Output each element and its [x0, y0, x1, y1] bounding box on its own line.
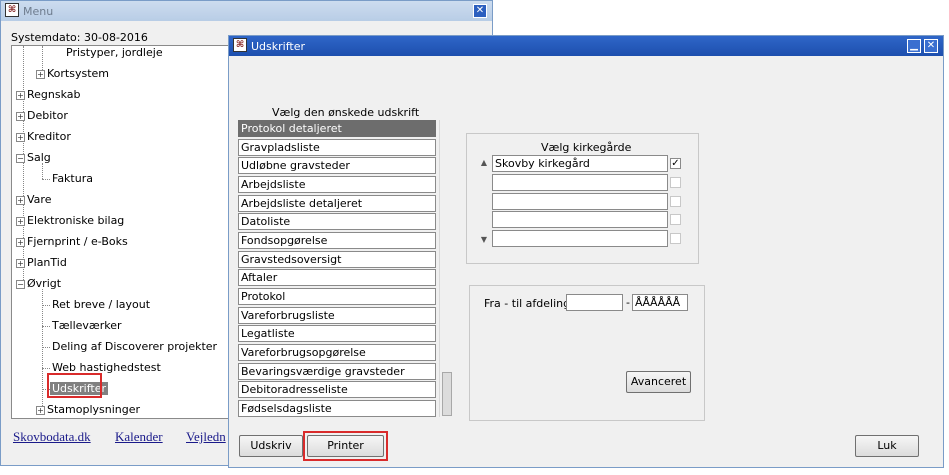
afdeling-from-field[interactable] [566, 294, 623, 311]
expand-icon[interactable]: + [16, 111, 25, 121]
list-item[interactable]: Gravstedsoversigt [238, 251, 436, 268]
scroll-down-icon[interactable]: ▼ [477, 235, 491, 244]
list-item[interactable]: Fødselsdagsliste [238, 400, 436, 417]
kirkegaard-field[interactable]: Skovby kirkegård [492, 155, 668, 172]
list-heading: Vælg den ønskede udskrift [272, 106, 420, 119]
menu-titlebar[interactable]: ⌘ Menu ✕ [1, 1, 492, 21]
list-scrollbar[interactable] [439, 120, 454, 417]
app-icon: ⌘ [5, 3, 19, 17]
tree-item-ovrigt[interactable]: − Øvrigt [16, 277, 61, 290]
expand-icon[interactable]: + [16, 132, 25, 142]
tree-item-salg[interactable]: − Salg [16, 151, 51, 164]
tree-item-elektroniske-bilag[interactable]: + Elektroniske bilag [16, 214, 124, 227]
tree-item-plantid[interactable]: + PlanTid [16, 256, 67, 269]
list-item[interactable]: Debitoradresseliste [238, 381, 436, 398]
kirkegaarde-heading: Vælg kirkegårde [541, 141, 632, 154]
afdeling-to-field[interactable]: ÅÅÅÅÅÅ [632, 294, 688, 311]
tree-connector [42, 347, 50, 348]
kirkegaard-field[interactable] [492, 174, 668, 191]
list-item[interactable]: Legatliste [238, 325, 436, 342]
list-item[interactable]: Udløbne gravsteder [238, 157, 436, 174]
link-vejledning[interactable]: Vejledn [186, 429, 226, 445]
kirkegaard-checkbox[interactable] [670, 214, 681, 225]
highlight-box [303, 431, 388, 461]
kirkegaard-checkbox[interactable] [670, 233, 681, 244]
systemdato-label: Systemdato: 30-08-2016 [11, 31, 148, 44]
tree-connector [42, 289, 43, 410]
minimize-icon[interactable]: ▁ [907, 39, 921, 53]
list-item[interactable]: Protokol [238, 288, 436, 305]
expand-icon[interactable]: + [16, 216, 25, 226]
luk-button[interactable]: Luk [855, 435, 919, 457]
tree-item-kortsystem[interactable]: + Kortsystem [36, 67, 109, 80]
tree-item-debitor[interactable]: + Debitor [16, 109, 68, 122]
tree-connector [23, 46, 24, 284]
close-icon[interactable]: ✕ [473, 4, 487, 18]
collapse-icon[interactable]: − [16, 153, 25, 163]
tree-connector [42, 326, 50, 327]
app-icon: ⌘ [233, 38, 247, 52]
expand-icon[interactable]: + [16, 258, 25, 268]
tree-item-regnskab[interactable]: + Regnskab [16, 88, 81, 101]
avanceret-button[interactable]: Avanceret [626, 371, 691, 393]
highlight-box [47, 373, 102, 398]
tree-item-pristyper[interactable]: Pristyper, jordleje [66, 46, 163, 59]
tree-connector [42, 305, 50, 306]
tree-item-vare[interactable]: + Vare [16, 193, 51, 206]
link-kalender[interactable]: Kalender [115, 429, 163, 445]
tree-item-kreditor[interactable]: + Kreditor [16, 130, 71, 143]
list-item[interactable]: Datoliste [238, 213, 436, 230]
collapse-icon[interactable]: − [16, 279, 25, 289]
expand-icon[interactable]: + [36, 69, 45, 79]
list-item[interactable]: Protokol detaljeret [238, 120, 436, 137]
list-item[interactable]: Aftaler [238, 269, 436, 286]
afdeling-separator: - [626, 296, 630, 309]
kirkegaard-checkbox[interactable] [670, 196, 681, 207]
udskrifter-titlebar[interactable]: ⌘ Udskrifter ▁ ✕ [229, 36, 943, 56]
list-item[interactable]: Gravpladsliste [238, 139, 436, 156]
tree-connector [42, 163, 43, 179]
list-item[interactable]: Arbejdsliste [238, 176, 436, 193]
menu-title: Menu [23, 4, 54, 18]
expand-icon[interactable]: + [36, 405, 45, 415]
expand-icon[interactable]: + [16, 90, 25, 100]
tree-item-deling-discoverer[interactable]: Deling af Discoverer projekter [52, 340, 217, 353]
scrollbar-thumb[interactable] [442, 372, 452, 416]
tree-connector [42, 179, 50, 180]
list-item[interactable]: Bevaringsværdige gravsteder [238, 363, 436, 380]
udskriv-button[interactable]: Udskriv [239, 435, 303, 457]
tree-connector [42, 368, 50, 369]
link-skovbodata[interactable]: Skovbodata.dk [13, 429, 91, 445]
expand-icon[interactable]: + [16, 237, 25, 247]
tree-item-stamoplysninger[interactable]: + Stamoplysninger [36, 403, 140, 416]
kirkegaard-field[interactable] [492, 211, 668, 228]
kirkegaard-field[interactable] [492, 230, 668, 247]
tree-item-faktura[interactable]: Faktura [52, 172, 93, 185]
kirkegaard-checkbox[interactable] [670, 177, 681, 188]
list-item[interactable]: Vareforbrugsopgørelse [238, 344, 436, 361]
close-icon[interactable]: ✕ [924, 39, 938, 53]
list-item[interactable]: Vareforbrugsliste [238, 307, 436, 324]
list-item[interactable]: Arbejdsliste detaljeret [238, 195, 436, 212]
afdeling-label: Fra - til afdeling [484, 297, 571, 310]
tree-item-taellevaerker[interactable]: Tælleværker [52, 319, 122, 332]
expand-icon[interactable]: + [16, 195, 25, 205]
kirkegaard-checkbox[interactable]: ✓ [670, 158, 681, 169]
tree-item-ret-breve[interactable]: Ret breve / layout [52, 298, 150, 311]
kirkegaard-field[interactable] [492, 193, 668, 210]
list-item[interactable]: Fondsopgørelse [238, 232, 436, 249]
tree-item-fjernprint[interactable]: + Fjernprint / e-Boks [16, 235, 128, 248]
udskrifter-title: Udskrifter [251, 39, 305, 53]
scroll-up-icon[interactable]: ▲ [477, 158, 491, 167]
